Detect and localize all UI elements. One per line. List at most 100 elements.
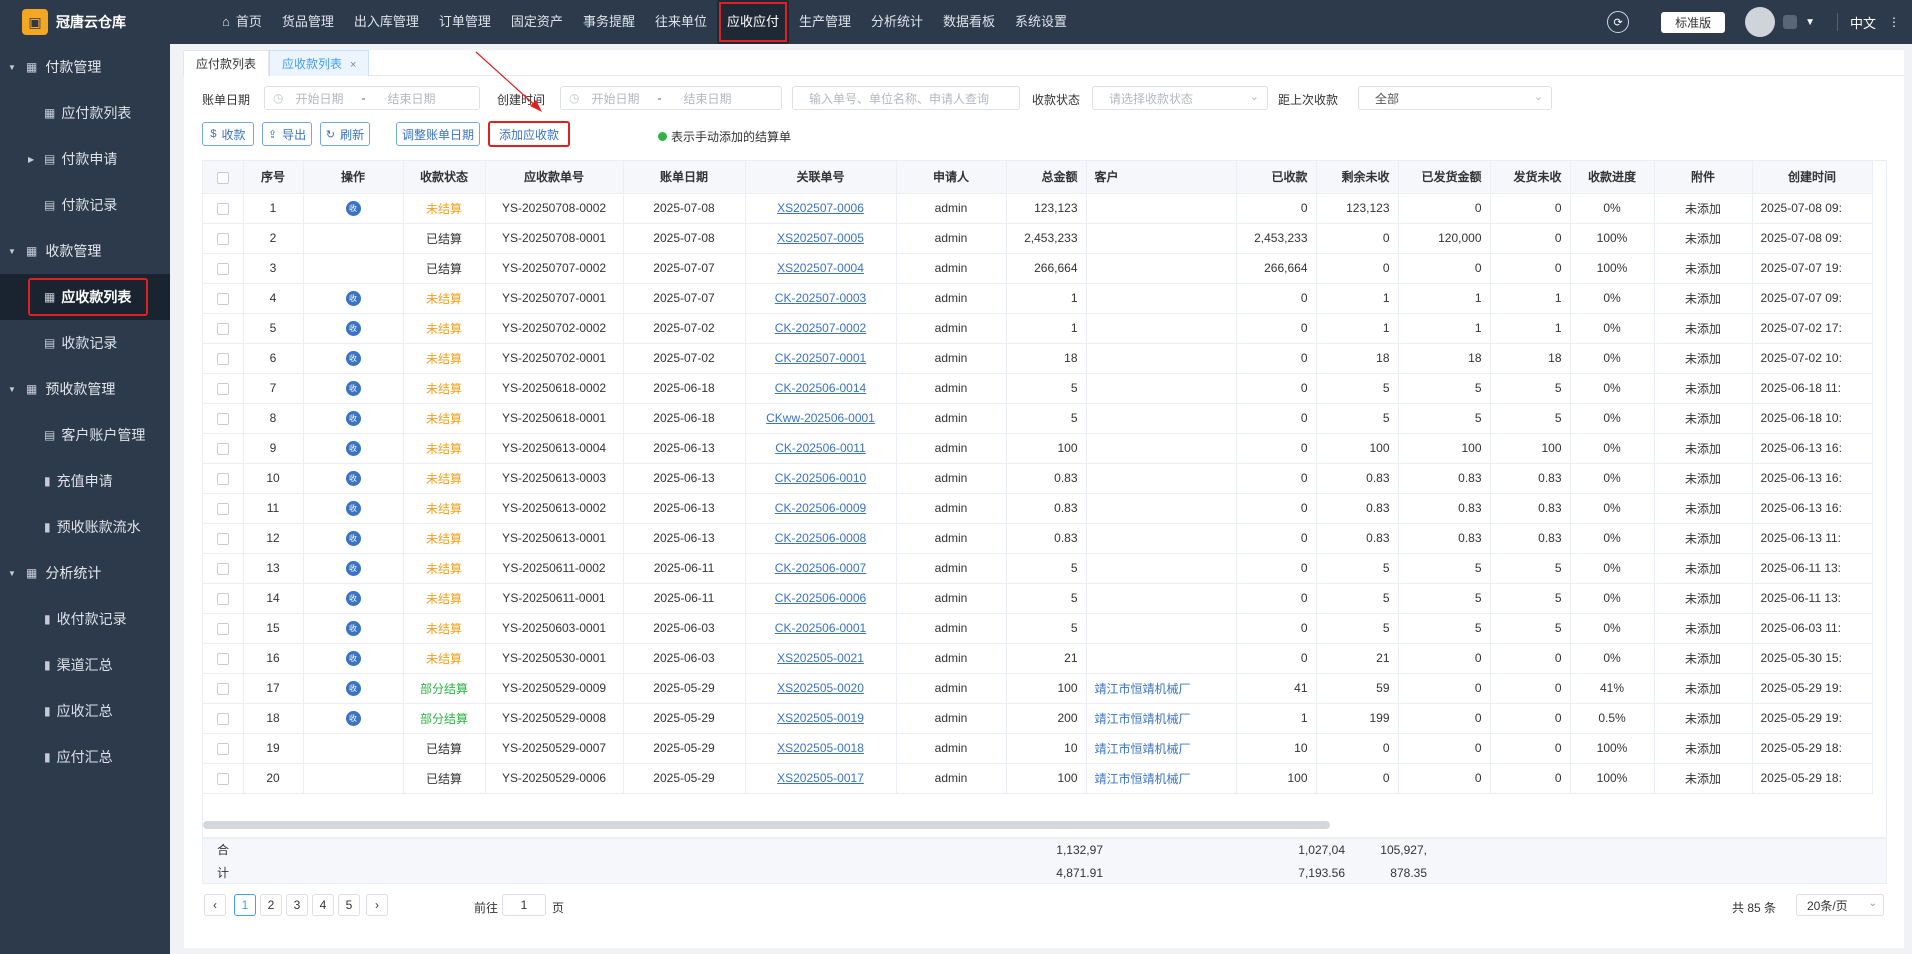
related-order-link[interactable]: CK-202506-0008	[775, 531, 866, 545]
adjust-bill-date-button[interactable]: 调整账单日期	[396, 122, 480, 146]
row-checkbox[interactable]	[216, 712, 229, 725]
attachment[interactable]: 未添加	[1654, 733, 1753, 764]
page-size-select[interactable]: 20条/页 ⌄	[1796, 894, 1884, 916]
collect-icon[interactable]: 收	[345, 350, 361, 366]
table-row[interactable]: 17 收 部分结算 YS-20250529-0009 2025-05-29 XS20250…	[203, 673, 1873, 704]
select-all-checkbox[interactable]	[216, 171, 229, 184]
related-order-link[interactable]: CK-202506-0009	[775, 501, 866, 515]
related-order-link[interactable]: CK-202507-0002	[775, 321, 866, 335]
attachment[interactable]: 未添加	[1654, 523, 1753, 554]
nav-item-11[interactable]: 系统设置	[1005, 0, 1077, 44]
related-order-link[interactable]: CK-202506-0011	[775, 441, 866, 455]
add-receivable-button[interactable]: 添加应收款	[488, 121, 570, 147]
page-button-2[interactable]: 2	[260, 894, 282, 916]
attachment[interactable]: 未添加	[1654, 253, 1753, 284]
sidebar-group[interactable]: ▼ ▦ 收款管理	[0, 228, 170, 274]
sidebar-item[interactable]: ▦ 应收款列表	[0, 274, 170, 320]
chinese-translate-icon[interactable]: ⟳	[1607, 11, 1630, 33]
horizontal-scrollbar[interactable]	[203, 821, 1330, 829]
attachment[interactable]: 未添加	[1654, 433, 1753, 464]
row-checkbox[interactable]	[216, 262, 229, 275]
nav-item-2[interactable]: 出入库管理	[344, 0, 429, 44]
nav-item-8[interactable]: 生产管理	[789, 0, 861, 44]
customer-link[interactable]: 靖江市恒靖机械厂	[1095, 742, 1191, 756]
user-menu-icon[interactable]	[1783, 15, 1798, 29]
table-row[interactable]: 10 收 未结算 YS-20250613-0003 2025-06-13 CK-20250…	[203, 463, 1873, 494]
table-row[interactable]: 6 收 未结算 YS-20250702-0001 2025-07-02 CK-202507…	[203, 343, 1873, 374]
attachment[interactable]: 未添加	[1654, 373, 1753, 404]
nav-item-5[interactable]: 事务提醒	[573, 0, 645, 44]
language-switch[interactable]: 中文	[1850, 13, 1876, 32]
attachment[interactable]: 未添加	[1654, 553, 1753, 584]
related-order-link[interactable]: XS202507-0004	[777, 261, 864, 275]
row-checkbox[interactable]	[216, 202, 229, 215]
close-icon[interactable]: ×	[350, 59, 356, 71]
sidebar-group[interactable]: ▼ ▦ 分析统计	[0, 550, 170, 596]
table-row[interactable]: 5 收 未结算 YS-20250702-0002 2025-07-02 CK-202507…	[203, 313, 1873, 344]
sidebar-group[interactable]: ▼ ▦ 预收款管理	[0, 366, 170, 412]
status-select[interactable]: 请选择收款状态 ⌄	[1092, 86, 1268, 110]
sidebar-item[interactable]: ▦ 应付款列表	[0, 90, 170, 136]
table-row[interactable]: 11 收 未结算 YS-20250613-0002 2025-06-13 CK-20250…	[203, 493, 1873, 524]
bill-end-date[interactable]: 结束日期	[388, 90, 436, 107]
related-order-link[interactable]: XS202507-0006	[777, 201, 864, 215]
page-button-5[interactable]: 5	[338, 894, 360, 916]
page-button-4[interactable]: 4	[312, 894, 334, 916]
sidebar-item[interactable]: ▮ 充值申请	[0, 458, 170, 504]
attachment[interactable]: 未添加	[1654, 613, 1753, 644]
tab-1[interactable]: 应收款列表 ×	[269, 50, 370, 76]
attachment[interactable]: 未添加	[1654, 643, 1753, 674]
row-checkbox[interactable]	[216, 292, 229, 305]
goto-page-input[interactable]: 1	[502, 894, 546, 916]
table-row[interactable]: 4 收 未结算 YS-20250707-0001 2025-07-07 CK-202507…	[203, 283, 1873, 314]
sidebar-item[interactable]: ▮ 应收汇总	[0, 688, 170, 734]
sidebar-item[interactable]: ▶ ▤ 付款申请	[0, 136, 170, 182]
collect-icon[interactable]: 收	[345, 560, 361, 576]
attachment[interactable]: 未添加	[1654, 703, 1753, 734]
related-order-link[interactable]: CK-202506-0010	[775, 471, 866, 485]
sidebar-item[interactable]: ▮ 渠道汇总	[0, 642, 170, 688]
collect-icon[interactable]: 收	[345, 290, 361, 306]
row-checkbox[interactable]	[216, 472, 229, 485]
collect-icon[interactable]: 收	[345, 710, 361, 726]
attachment[interactable]: 未添加	[1654, 493, 1753, 524]
sidebar-item[interactable]: ▮ 预收账款流水	[0, 504, 170, 550]
customer-link[interactable]: 靖江市恒靖机械厂	[1095, 712, 1191, 726]
collect-icon[interactable]: 收	[345, 320, 361, 336]
table-row[interactable]: 2 已结算 YS-20250708-0001 2025-07-08 XS202507-0…	[203, 223, 1873, 254]
table-row[interactable]: 20 已结算 YS-20250529-0006 2025-05-29 XS202505-…	[203, 763, 1873, 794]
page-button-1[interactable]: 1	[234, 894, 256, 916]
brand[interactable]: ▣ 冠唐云仓库	[0, 0, 170, 44]
related-order-link[interactable]: CK-202506-0001	[775, 621, 866, 635]
tab-0[interactable]: 应付款列表	[183, 50, 270, 76]
table-row[interactable]: 15 收 未结算 YS-20250603-0001 2025-06-03 CK-20250…	[203, 613, 1873, 644]
create-end-date[interactable]: 结束日期	[684, 90, 732, 107]
attachment[interactable]: 未添加	[1654, 763, 1753, 794]
related-order-link[interactable]: CKww-202506-0001	[766, 411, 875, 425]
collect-button[interactable]: $ 收款	[202, 122, 254, 146]
create-start-date[interactable]: 开始日期	[591, 90, 639, 107]
sidebar-item[interactable]: ▮ 应付汇总	[0, 734, 170, 780]
row-checkbox[interactable]	[216, 742, 229, 755]
collect-icon[interactable]: 收	[345, 500, 361, 516]
attachment[interactable]: 未添加	[1654, 673, 1753, 704]
table-row[interactable]: 19 已结算 YS-20250529-0007 2025-05-29 XS202505-…	[203, 733, 1873, 764]
attachment[interactable]: 未添加	[1654, 583, 1753, 614]
sidebar-group[interactable]: ▼ ▦ 付款管理	[0, 44, 170, 90]
related-order-link[interactable]: CK-202506-0014	[775, 381, 866, 395]
sidebar-item[interactable]: ▤ 付款记录	[0, 182, 170, 228]
row-checkbox[interactable]	[216, 322, 229, 335]
attachment[interactable]: 未添加	[1654, 313, 1753, 344]
row-checkbox[interactable]	[216, 352, 229, 365]
table-row[interactable]: 13 收 未结算 YS-20250611-0002 2025-06-11 CK-20250…	[203, 553, 1873, 584]
avatar[interactable]	[1745, 7, 1776, 37]
bill-date-range[interactable]: ◷ 开始日期 - 结束日期	[264, 86, 480, 110]
sidebar-item[interactable]: ▤ 收款记录	[0, 320, 170, 366]
sidebar-item[interactable]: ▮ 收付款记录	[0, 596, 170, 642]
table-row[interactable]: 16 收 未结算 YS-20250530-0001 2025-06-03 XS202505…	[203, 643, 1873, 674]
attachment[interactable]: 未添加	[1654, 463, 1753, 494]
page-button-3[interactable]: 3	[286, 894, 308, 916]
related-order-link[interactable]: XS202505-0017	[777, 771, 864, 785]
nav-item-9[interactable]: 分析统计	[861, 0, 933, 44]
related-order-link[interactable]: CK-202506-0007	[775, 561, 866, 575]
